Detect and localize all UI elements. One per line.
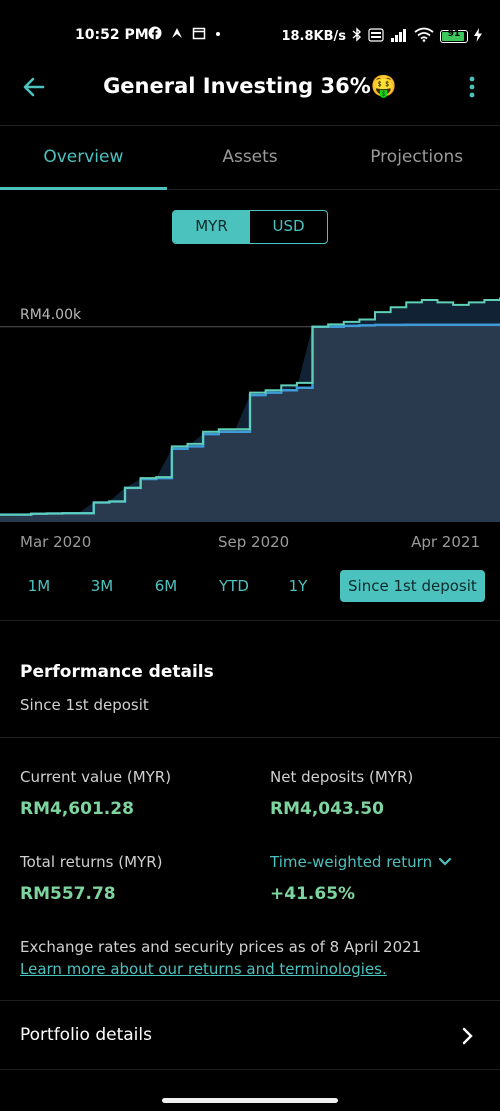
- app-header: General Investing 36%🤑: [0, 62, 500, 112]
- portfolio-details-label: Portfolio details: [20, 1025, 152, 1045]
- current-value-label: Current value (MYR): [20, 768, 172, 786]
- battery-text: 91: [447, 29, 461, 39]
- learn-more-link[interactable]: Learn more about our returns and termino…: [20, 960, 387, 978]
- range-6m-button[interactable]: 6M: [147, 570, 185, 602]
- currency-toggle: MYR USD: [172, 210, 328, 244]
- performance-subtitle: Since 1st deposit: [20, 696, 149, 714]
- chevron-down-icon: [438, 853, 452, 871]
- page-title: General Investing 36%🤑: [103, 74, 397, 98]
- time-weighted-return-dropdown[interactable]: Time-weighted return: [270, 853, 452, 871]
- range-since-first-deposit-button[interactable]: Since 1st deposit: [340, 570, 485, 602]
- status-bar: 10:52 PM 18.8KB/s 91: [0, 0, 500, 70]
- volte-icon: [368, 27, 384, 46]
- back-arrow-icon[interactable]: [20, 72, 50, 102]
- section-divider: [0, 737, 500, 738]
- range-ytd-button[interactable]: YTD: [212, 570, 256, 602]
- currency-usd-button[interactable]: USD: [250, 211, 327, 243]
- home-indicator[interactable]: [162, 1098, 338, 1103]
- reference-label: RM4.00k: [20, 307, 82, 323]
- section-divider: [0, 620, 500, 621]
- battery-icon: 91: [440, 29, 468, 43]
- x-tick-label: Sep 2020: [218, 533, 290, 551]
- performance-chart[interactable]: RM4.00k: [0, 270, 500, 530]
- performance-title: Performance details: [20, 662, 214, 682]
- range-selector: 1M 3M 6M YTD 1Y Since 1st deposit: [0, 570, 500, 602]
- range-1m-button[interactable]: 1M: [20, 570, 58, 602]
- total-returns-label: Total returns (MYR): [20, 853, 163, 871]
- time-weighted-return-value: +41.65%: [270, 884, 356, 904]
- currency-myr-button[interactable]: MYR: [173, 211, 250, 243]
- tab-overview[interactable]: Overview: [0, 126, 167, 190]
- bluetooth-icon: [352, 27, 362, 46]
- total-returns-value: RM557.78: [20, 884, 116, 904]
- x-tick-label: Apr 2021: [411, 533, 480, 551]
- portfolio-details-row[interactable]: Portfolio details: [0, 1000, 500, 1070]
- time-weighted-return-label: Time-weighted return: [270, 853, 433, 871]
- net-speed: 18.8KB/s: [281, 29, 346, 44]
- x-tick-label: Mar 2020: [20, 533, 92, 551]
- range-3m-button[interactable]: 3M: [83, 570, 121, 602]
- current-value: RM4,601.28: [20, 799, 134, 819]
- tab-projections[interactable]: Projections: [333, 126, 500, 189]
- chevron-right-icon: [462, 1027, 474, 1045]
- status-time: 10:52 PM: [75, 27, 149, 43]
- charging-icon: [474, 27, 482, 46]
- wifi-icon: [414, 27, 434, 46]
- app-icon: [170, 26, 184, 44]
- facebook-icon: [148, 26, 162, 44]
- signal-icon: [390, 28, 408, 46]
- net-deposits-label: Net deposits (MYR): [270, 768, 414, 786]
- tab-bar: Overview Assets Projections: [0, 126, 500, 190]
- calendar-icon: [192, 26, 206, 44]
- tab-assets[interactable]: Assets: [167, 126, 334, 189]
- range-1y-button[interactable]: 1Y: [280, 570, 316, 602]
- net-deposits-value: RM4,043.50: [270, 799, 384, 819]
- x-axis-labels: Mar 2020 Sep 2020 Apr 2021: [0, 533, 500, 553]
- exchange-rate-note: Exchange rates and security prices as of…: [20, 938, 422, 956]
- dot-icon: [214, 26, 222, 44]
- more-vertical-icon[interactable]: [468, 76, 476, 98]
